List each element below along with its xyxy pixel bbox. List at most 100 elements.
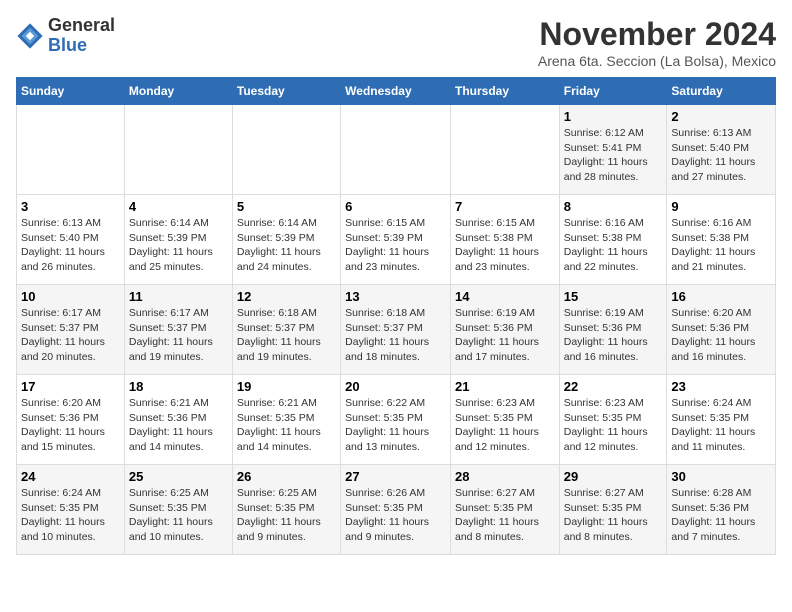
day-number: 9 [671, 199, 771, 214]
day-number: 12 [237, 289, 336, 304]
calendar-cell [232, 105, 340, 195]
calendar-cell: 26 Sunrise: 6:25 AMSunset: 5:35 PMDayligh… [232, 465, 340, 555]
day-number: 10 [21, 289, 120, 304]
calendar-cell: 4 Sunrise: 6:14 AMSunset: 5:39 PMDaylight… [124, 195, 232, 285]
day-info: Sunrise: 6:21 AMSunset: 5:36 PMDaylight:… [129, 396, 228, 455]
logo-text: General Blue [48, 16, 115, 56]
day-info: Sunrise: 6:22 AMSunset: 5:35 PMDaylight:… [345, 396, 446, 455]
day-number: 25 [129, 469, 228, 484]
day-info: Sunrise: 6:25 AMSunset: 5:35 PMDaylight:… [237, 486, 336, 545]
day-number: 30 [671, 469, 771, 484]
header-monday: Monday [124, 78, 232, 105]
day-info: Sunrise: 6:20 AMSunset: 5:36 PMDaylight:… [21, 396, 120, 455]
header-wednesday: Wednesday [341, 78, 451, 105]
header-tuesday: Tuesday [232, 78, 340, 105]
day-number: 17 [21, 379, 120, 394]
calendar-cell: 19 Sunrise: 6:21 AMSunset: 5:35 PMDayligh… [232, 375, 340, 465]
calendar-week-row: 17 Sunrise: 6:20 AMSunset: 5:36 PMDayligh… [17, 375, 776, 465]
calendar-cell: 13Sunrise: 6:18 AMSunset: 5:37 PMDayligh… [341, 285, 451, 375]
day-info: Sunrise: 6:16 AMSunset: 5:38 PMDaylight:… [564, 216, 663, 275]
calendar-cell: 27 Sunrise: 6:26 AMSunset: 5:35 PMDayligh… [341, 465, 451, 555]
day-info: Sunrise: 6:18 AMSunset: 5:37 PMDaylight:… [237, 306, 336, 365]
day-info: Sunrise: 6:14 AMSunset: 5:39 PMDaylight:… [237, 216, 336, 275]
day-number: 16 [671, 289, 771, 304]
day-info: Sunrise: 6:21 AMSunset: 5:35 PMDaylight:… [237, 396, 336, 455]
day-number: 23 [671, 379, 771, 394]
day-info: Sunrise: 6:24 AMSunset: 5:35 PMDaylight:… [671, 396, 771, 455]
day-info: Sunrise: 6:15 AMSunset: 5:39 PMDaylight:… [345, 216, 446, 275]
calendar-week-row: 10 Sunrise: 6:17 AMSunset: 5:37 PMDayligh… [17, 285, 776, 375]
day-number: 18 [129, 379, 228, 394]
calendar-cell: 10 Sunrise: 6:17 AMSunset: 5:37 PMDayligh… [17, 285, 125, 375]
calendar-cell: 5 Sunrise: 6:14 AMSunset: 5:39 PMDaylight… [232, 195, 340, 285]
day-info: Sunrise: 6:23 AMSunset: 5:35 PMDaylight:… [564, 396, 663, 455]
day-number: 14 [455, 289, 555, 304]
day-number: 8 [564, 199, 663, 214]
calendar-cell: 14 Sunrise: 6:19 AMSunset: 5:36 PMDayligh… [450, 285, 559, 375]
calendar-cell: 8 Sunrise: 6:16 AMSunset: 5:38 PMDaylight… [559, 195, 667, 285]
day-info: Sunrise: 6:27 AMSunset: 5:35 PMDaylight:… [455, 486, 555, 545]
day-number: 13 [345, 289, 446, 304]
day-number: 21 [455, 379, 555, 394]
calendar-cell [341, 105, 451, 195]
calendar-cell: 20 Sunrise: 6:22 AMSunset: 5:35 PMDayligh… [341, 375, 451, 465]
calendar-cell [17, 105, 125, 195]
day-number: 24 [21, 469, 120, 484]
day-info: Sunrise: 6:25 AMSunset: 5:35 PMDaylight:… [129, 486, 228, 545]
day-info: Sunrise: 6:17 AMSunset: 5:37 PMDaylight:… [21, 306, 120, 365]
day-number: 22 [564, 379, 663, 394]
day-info: Sunrise: 6:26 AMSunset: 5:35 PMDaylight:… [345, 486, 446, 545]
location-title: Arena 6ta. Seccion (La Bolsa), Mexico [538, 53, 776, 69]
day-number: 19 [237, 379, 336, 394]
calendar-cell: 29 Sunrise: 6:27 AMSunset: 5:35 PMDayligh… [559, 465, 667, 555]
header-sunday: Sunday [17, 78, 125, 105]
calendar-cell [450, 105, 559, 195]
calendar-cell [124, 105, 232, 195]
day-number: 29 [564, 469, 663, 484]
calendar-cell: 25 Sunrise: 6:25 AMSunset: 5:35 PMDayligh… [124, 465, 232, 555]
calendar-table: SundayMondayTuesdayWednesdayThursdayFrid… [16, 77, 776, 555]
header-saturday: Saturday [667, 78, 776, 105]
day-info: Sunrise: 6:13 AMSunset: 5:40 PMDaylight:… [671, 126, 771, 185]
calendar-cell: 24 Sunrise: 6:24 AMSunset: 5:35 PMDayligh… [17, 465, 125, 555]
day-info: Sunrise: 6:23 AMSunset: 5:35 PMDaylight:… [455, 396, 555, 455]
day-number: 15 [564, 289, 663, 304]
calendar-cell: 7 Sunrise: 6:15 AMSunset: 5:38 PMDaylight… [450, 195, 559, 285]
calendar-cell: 23 Sunrise: 6:24 AMSunset: 5:35 PMDayligh… [667, 375, 776, 465]
logo: General Blue [16, 16, 115, 56]
calendar-cell: 3Sunrise: 6:13 AMSunset: 5:40 PMDaylight… [17, 195, 125, 285]
day-number: 28 [455, 469, 555, 484]
day-number: 26 [237, 469, 336, 484]
calendar-cell: 15 Sunrise: 6:19 AMSunset: 5:36 PMDayligh… [559, 285, 667, 375]
day-number: 7 [455, 199, 555, 214]
day-number: 2 [671, 109, 771, 124]
day-info: Sunrise: 6:19 AMSunset: 5:36 PMDaylight:… [455, 306, 555, 365]
calendar-cell: 28 Sunrise: 6:27 AMSunset: 5:35 PMDayligh… [450, 465, 559, 555]
day-info: Sunrise: 6:12 AMSunset: 5:41 PMDaylight:… [564, 126, 663, 185]
day-number: 27 [345, 469, 446, 484]
calendar-week-row: 3Sunrise: 6:13 AMSunset: 5:40 PMDaylight… [17, 195, 776, 285]
calendar-cell: 1 Sunrise: 6:12 AMSunset: 5:41 PMDaylight… [559, 105, 667, 195]
calendar-cell: 16Sunrise: 6:20 AMSunset: 5:36 PMDayligh… [667, 285, 776, 375]
day-number: 4 [129, 199, 228, 214]
calendar-cell: 30 Sunrise: 6:28 AMSunset: 5:36 PMDayligh… [667, 465, 776, 555]
calendar-week-row: 24 Sunrise: 6:24 AMSunset: 5:35 PMDayligh… [17, 465, 776, 555]
calendar-cell: 21 Sunrise: 6:23 AMSunset: 5:35 PMDayligh… [450, 375, 559, 465]
calendar-cell: 18 Sunrise: 6:21 AMSunset: 5:36 PMDayligh… [124, 375, 232, 465]
title-area: November 2024 Arena 6ta. Seccion (La Bol… [538, 16, 776, 69]
day-number: 20 [345, 379, 446, 394]
day-number: 5 [237, 199, 336, 214]
day-info: Sunrise: 6:28 AMSunset: 5:36 PMDaylight:… [671, 486, 771, 545]
day-number: 1 [564, 109, 663, 124]
day-info: Sunrise: 6:27 AMSunset: 5:35 PMDaylight:… [564, 486, 663, 545]
header-friday: Friday [559, 78, 667, 105]
day-info: Sunrise: 6:24 AMSunset: 5:35 PMDaylight:… [21, 486, 120, 545]
logo-icon [16, 22, 44, 50]
day-info: Sunrise: 6:19 AMSunset: 5:36 PMDaylight:… [564, 306, 663, 365]
header-thursday: Thursday [450, 78, 559, 105]
day-number: 6 [345, 199, 446, 214]
day-info: Sunrise: 6:15 AMSunset: 5:38 PMDaylight:… [455, 216, 555, 275]
day-info: Sunrise: 6:14 AMSunset: 5:39 PMDaylight:… [129, 216, 228, 275]
calendar-cell: 11Sunrise: 6:17 AMSunset: 5:37 PMDayligh… [124, 285, 232, 375]
calendar-cell: 9Sunrise: 6:16 AMSunset: 5:38 PMDaylight… [667, 195, 776, 285]
